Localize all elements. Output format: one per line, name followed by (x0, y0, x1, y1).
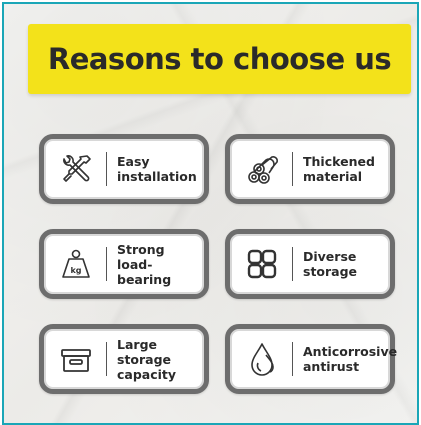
feature-label: Anticorrosive antirust (303, 344, 398, 374)
page-frame: Reasons to choose us Easy installation T… (2, 2, 419, 425)
divider (292, 342, 293, 376)
divider (106, 152, 107, 186)
divider (106, 247, 107, 281)
weight-kg-icon-text: kg (70, 266, 81, 275)
feature-card-diverse-storage: Diverse storage (225, 229, 395, 299)
pipes-icon (244, 151, 280, 187)
divider (292, 247, 293, 281)
feature-card-easy-installation: Easy installation (39, 134, 209, 204)
feature-label: Thickened material (303, 154, 375, 184)
feature-label: Diverse storage (303, 249, 358, 279)
feature-label: Strong load-bearing (117, 241, 172, 287)
droplet-icon (244, 341, 280, 377)
feature-label: Easy installation (117, 154, 197, 184)
storage-box-icon (58, 341, 94, 377)
weight-kg-icon: kg (58, 246, 94, 282)
feature-card-strong-load-bearing: kg Strong load-bearing (39, 229, 209, 299)
page-title: Reasons to choose us (47, 42, 392, 76)
feature-card-thickened-material: Thickened material (225, 134, 395, 204)
feature-card-large-storage-capacity: Large storage capacity (39, 324, 209, 394)
divider (292, 152, 293, 186)
grid-icon (244, 246, 280, 282)
divider (106, 342, 107, 376)
title-banner: Reasons to choose us (28, 24, 411, 94)
feature-card-anticorrosive-antirust: Anticorrosive antirust (225, 324, 398, 394)
feature-label: Large storage capacity (117, 336, 177, 382)
tools-icon (58, 151, 94, 187)
